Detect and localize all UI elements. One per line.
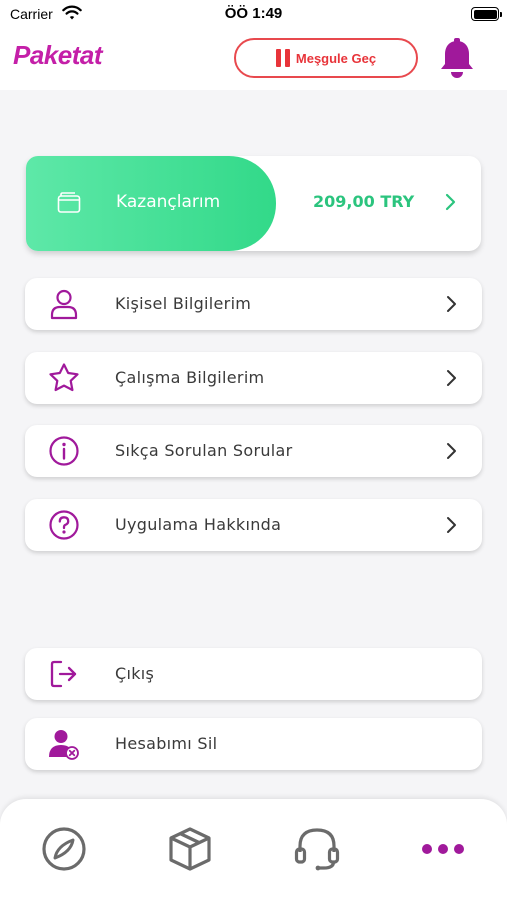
notification-bell-icon[interactable]	[438, 38, 476, 80]
delete-account-button[interactable]: Hesabımı Sil	[25, 718, 482, 770]
menu-item-label: Uygulama Hakkında	[115, 515, 282, 534]
chevron-right-icon	[447, 296, 456, 312]
logout-label: Çıkış	[115, 664, 155, 683]
more-icon[interactable]	[419, 825, 467, 873]
pause-icon	[275, 49, 290, 67]
bottom-tab-bar	[0, 799, 507, 900]
menu-item-personal-info[interactable]: Kişisel Bilgilerim	[25, 278, 482, 330]
earnings-amount: 209,00 TRY	[313, 192, 415, 211]
delete-account-icon	[49, 730, 79, 760]
menu-item-label: Çalışma Bilgilerim	[115, 368, 265, 387]
package-icon[interactable]	[166, 825, 214, 873]
menu-item-label: Kişisel Bilgilerim	[115, 294, 252, 313]
battery-icon	[471, 7, 502, 21]
headset-icon[interactable]	[293, 825, 341, 873]
compass-icon[interactable]	[40, 825, 88, 873]
earnings-card[interactable]: Kazançlarım 209,00 TRY	[26, 156, 481, 251]
app-header: Paketat Meşgule Geç	[0, 28, 507, 90]
chevron-right-icon	[445, 193, 456, 211]
go-busy-button[interactable]: Meşgule Geç	[234, 38, 418, 78]
menu-item-faq[interactable]: Sıkça Sorulan Sorular	[25, 425, 482, 477]
chevron-right-icon	[447, 517, 456, 533]
status-bar: Carrier ÖÖ 1:49	[0, 0, 507, 28]
delete-account-label: Hesabımı Sil	[115, 734, 218, 753]
go-busy-label: Meşgule Geç	[295, 50, 377, 66]
earnings-label: Kazançlarım	[116, 192, 221, 212]
clock: ÖÖ 1:49	[224, 5, 283, 22]
user-icon	[50, 289, 78, 320]
logout-icon	[50, 660, 77, 688]
app-logo: Paketat	[13, 40, 103, 70]
menu-item-work-info[interactable]: Çalışma Bilgilerim	[25, 352, 482, 404]
chevron-right-icon	[447, 370, 456, 386]
menu-item-label: Sıkça Sorulan Sorular	[115, 441, 293, 460]
menu-item-about-app[interactable]: Uygulama Hakkında	[25, 499, 482, 551]
question-icon	[49, 510, 79, 540]
logout-button[interactable]: Çıkış	[25, 648, 482, 700]
star-icon	[49, 363, 79, 392]
chevron-right-icon	[447, 443, 456, 459]
info-icon	[49, 436, 79, 466]
wallet-icon	[57, 192, 81, 213]
